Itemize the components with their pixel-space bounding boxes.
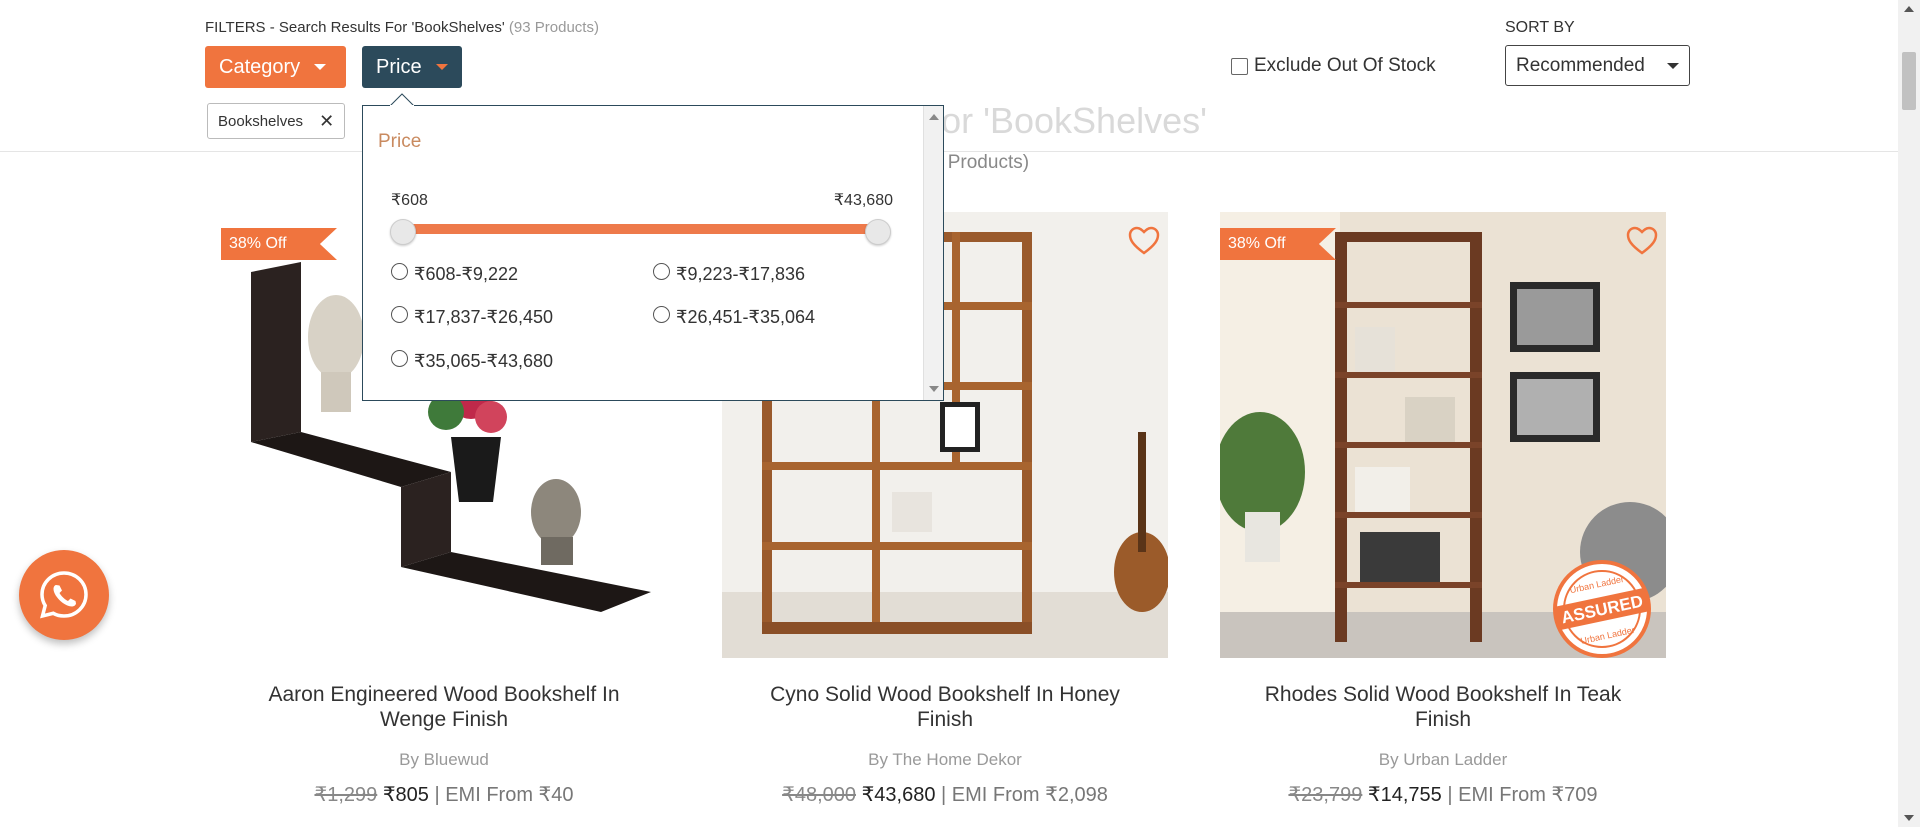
scrollbar-thumb[interactable] (1902, 52, 1916, 110)
product-price: ₹48,000 ₹43,680 | EMI From ₹2,098 (722, 782, 1168, 807)
whatsapp-button[interactable] (19, 550, 109, 640)
exclude-label: Exclude Out Of Stock (1254, 55, 1436, 76)
product-price: ₹1,299 ₹805 | EMI From ₹40 (221, 782, 667, 807)
popover-scrollbar[interactable] (923, 106, 943, 400)
exclude-out-of-stock[interactable]: Exclude Out Of Stock (1231, 55, 1436, 77)
price-option-1[interactable]: ₹608-₹9,222 (391, 263, 518, 285)
product-brand: By Bluewud (399, 750, 489, 769)
price-slider-min-handle[interactable] (390, 219, 416, 245)
price-option-3[interactable]: ₹17,837-₹26,450 (391, 306, 554, 328)
radio-button[interactable] (391, 306, 408, 323)
price-option-5[interactable]: ₹35,065-₹43,680 (391, 350, 554, 372)
filters-heading-text: FILTERS - Search Results For 'BookShelve… (205, 19, 505, 36)
urban-ladder-assured-stamp: ASSURED Urban Ladder Urban Ladder (1553, 560, 1651, 658)
price-range-max: ₹43,680 (833, 192, 893, 209)
radio-button[interactable] (391, 263, 408, 280)
sort-value: Recommended (1516, 54, 1645, 76)
product-emi: | EMI From ₹2,098 (941, 784, 1108, 806)
scroll-up-icon[interactable] (1904, 6, 1914, 12)
filter-bar: FILTERS - Search Results For 'BookShelve… (0, 0, 1898, 152)
price-popover: Price ₹608 ₹43,680 ₹608-₹9,222 ₹9,223-₹1… (362, 105, 944, 401)
exclude-checkbox[interactable] (1231, 57, 1248, 75)
price-option-2[interactable]: ₹9,223-₹17,836 (653, 263, 805, 285)
sort-by-label: SORT BY (1505, 19, 1575, 36)
active-filter-chip: Bookshelves ✕ (207, 103, 346, 139)
product-sale-price: ₹14,755 (1367, 784, 1442, 806)
close-icon[interactable]: ✕ (319, 111, 334, 132)
category-filter-label: Category (219, 55, 301, 78)
filters-heading: FILTERS - Search Results For 'BookShelve… (205, 19, 599, 36)
product-sale-price: ₹43,680 (861, 784, 936, 806)
price-filter-label: Price (376, 55, 422, 78)
chevron-down-icon (435, 64, 448, 70)
product-mrp: ₹48,000 (782, 784, 856, 806)
chevron-down-icon (314, 64, 327, 70)
product-card[interactable]: 38% Off ASSURED Urban Ladder Urban Ladde… (1220, 212, 1666, 807)
price-slider-track[interactable] (403, 224, 881, 234)
radio-button[interactable] (653, 263, 670, 280)
radio-button[interactable] (653, 306, 670, 323)
product-brand: By The Home Dekor (868, 750, 1022, 769)
price-option-label: ₹17,837-₹26,450 (414, 307, 554, 327)
scroll-up-icon[interactable] (929, 114, 939, 120)
scroll-down-icon[interactable] (1904, 815, 1914, 821)
category-filter-button[interactable]: Category (205, 46, 346, 88)
product-sale-price: ₹805 (382, 784, 429, 806)
popover-notch (390, 93, 414, 107)
product-name[interactable]: Cyno Solid Wood Bookshelf In Honey Finis… (722, 682, 1168, 732)
price-popover-title: Price (378, 131, 422, 152)
page-scrollbar[interactable] (1898, 0, 1920, 827)
heart-icon[interactable] (1626, 226, 1658, 256)
sort-select[interactable]: Recommended (1505, 45, 1690, 86)
chevron-down-icon (1667, 62, 1679, 69)
price-option-label: ₹35,065-₹43,680 (414, 351, 554, 371)
price-option-4[interactable]: ₹26,451-₹35,064 (653, 306, 816, 328)
price-range-min: ₹608 (391, 192, 428, 209)
scroll-down-icon[interactable] (929, 386, 939, 392)
heart-icon[interactable] (1128, 226, 1160, 256)
whatsapp-icon (40, 571, 88, 619)
price-option-label: ₹9,223-₹17,836 (676, 264, 805, 284)
discount-badge: 38% Off (1220, 228, 1336, 260)
radio-button[interactable] (391, 350, 408, 367)
price-slider-max-handle[interactable] (865, 219, 891, 245)
product-name[interactable]: Rhodes Solid Wood Bookshelf In Teak Fini… (1220, 682, 1666, 732)
product-name[interactable]: Aaron Engineered Wood Bookshelf In Wenge… (221, 682, 667, 732)
product-emi: | EMI From ₹709 (1447, 784, 1598, 806)
discount-badge: 38% Off (221, 228, 337, 260)
price-option-label: ₹26,451-₹35,064 (676, 307, 816, 327)
product-mrp: ₹23,799 (1288, 784, 1363, 806)
product-count: (93 Products) (508, 19, 599, 36)
product-image[interactable]: 38% Off (1220, 212, 1666, 658)
product-price: ₹23,799 ₹14,755 | EMI From ₹709 (1220, 782, 1666, 807)
price-option-label: ₹608-₹9,222 (414, 264, 518, 284)
product-mrp: ₹1,299 (314, 784, 378, 806)
product-emi: | EMI From ₹40 (434, 784, 574, 806)
product-brand: By Urban Ladder (1378, 750, 1508, 769)
price-filter-button[interactable]: Price (362, 46, 462, 88)
chip-label: Bookshelves (218, 112, 304, 130)
